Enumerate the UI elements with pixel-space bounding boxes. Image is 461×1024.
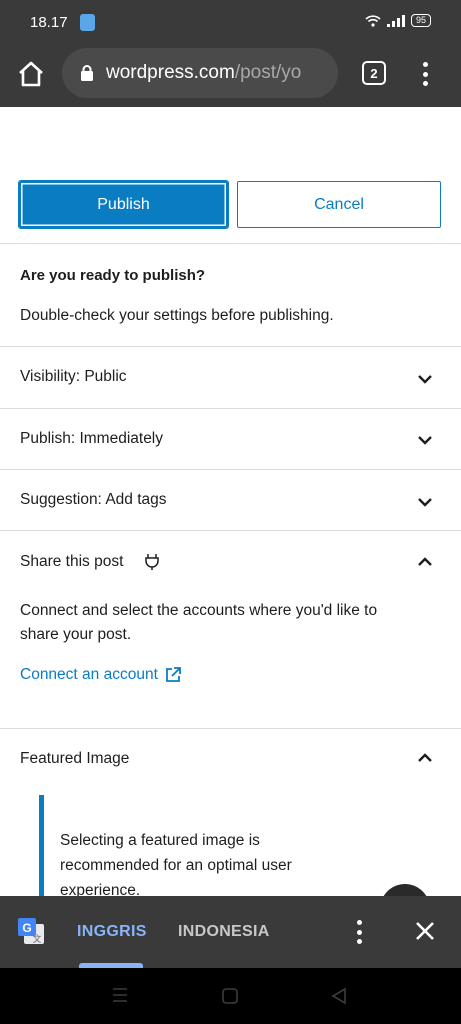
connect-account-label: Connect an account: [20, 666, 158, 683]
connect-account-link[interactable]: Connect an account: [20, 666, 182, 684]
publish-button[interactable]: Publish: [18, 180, 229, 229]
featured-image-title: Featured Image: [20, 750, 130, 767]
status-indicators: 95: [365, 14, 431, 27]
divider: [0, 469, 461, 470]
chevron-down-icon: [418, 498, 432, 507]
status-bar: 18.17 95: [0, 0, 461, 44]
prepublish-title: Are you ready to publish?: [20, 267, 206, 284]
chevron-up-icon: [418, 753, 432, 762]
svg-text:G: G: [22, 921, 31, 935]
svg-text:文: 文: [32, 933, 41, 944]
google-translate-icon: G 文: [18, 918, 44, 944]
target-language-tab[interactable]: INDONESIA: [178, 923, 270, 941]
recent-apps-icon[interactable]: [110, 987, 130, 1003]
wifi-icon: [365, 14, 381, 27]
home-nav-icon[interactable]: [221, 987, 239, 1005]
system-navigation-bar: [0, 968, 461, 1024]
battery-icon: 95: [410, 14, 431, 27]
plug-icon: [145, 554, 159, 570]
close-icon[interactable]: [412, 918, 438, 944]
share-panel-title: Share this post: [20, 553, 124, 570]
tab-switcher-button[interactable]: 2: [362, 61, 386, 85]
address-bar[interactable]: wordpress.com/post/yo: [62, 48, 338, 98]
divider: [0, 243, 461, 244]
featured-image-notice: Selecting a featured image is recommende…: [60, 832, 292, 899]
divider: [0, 530, 461, 531]
url-path: /post/yo: [234, 62, 302, 83]
translate-menu-icon[interactable]: [354, 919, 364, 945]
browser-toolbar: wordpress.com/post/yo 2: [0, 44, 461, 107]
chevron-down-icon: [418, 375, 432, 384]
browser-menu-icon[interactable]: [417, 59, 433, 89]
publish-date-label: Publish: Immediately: [20, 430, 164, 447]
url-host: wordpress.com: [106, 62, 235, 83]
source-language-tab[interactable]: INGGRIS: [77, 923, 147, 941]
external-link-icon: [165, 667, 181, 682]
translate-bar: G 文 INGGRIS INDONESIA: [0, 896, 461, 968]
lock-icon: [81, 65, 93, 81]
accessibility-app-icon: [80, 14, 95, 31]
back-icon[interactable]: [330, 987, 348, 1005]
visibility-label: Visibility: Public: [20, 368, 127, 385]
divider: [0, 408, 461, 409]
signal-icon: [386, 14, 405, 27]
suggestion-label: Suggestion: Add tags: [20, 491, 167, 508]
chevron-down-icon: [418, 436, 432, 445]
status-time: 18.17: [30, 14, 68, 31]
share-description: Connect and select the accounts where yo…: [20, 602, 378, 643]
notice-accent-bar: [39, 795, 44, 900]
cancel-button[interactable]: Cancel: [237, 181, 441, 228]
prepublish-subtitle: Double-check your settings before publis…: [20, 307, 334, 324]
divider: [0, 728, 461, 729]
home-icon[interactable]: [16, 59, 46, 89]
divider: [0, 346, 461, 347]
chevron-up-icon: [418, 557, 432, 566]
